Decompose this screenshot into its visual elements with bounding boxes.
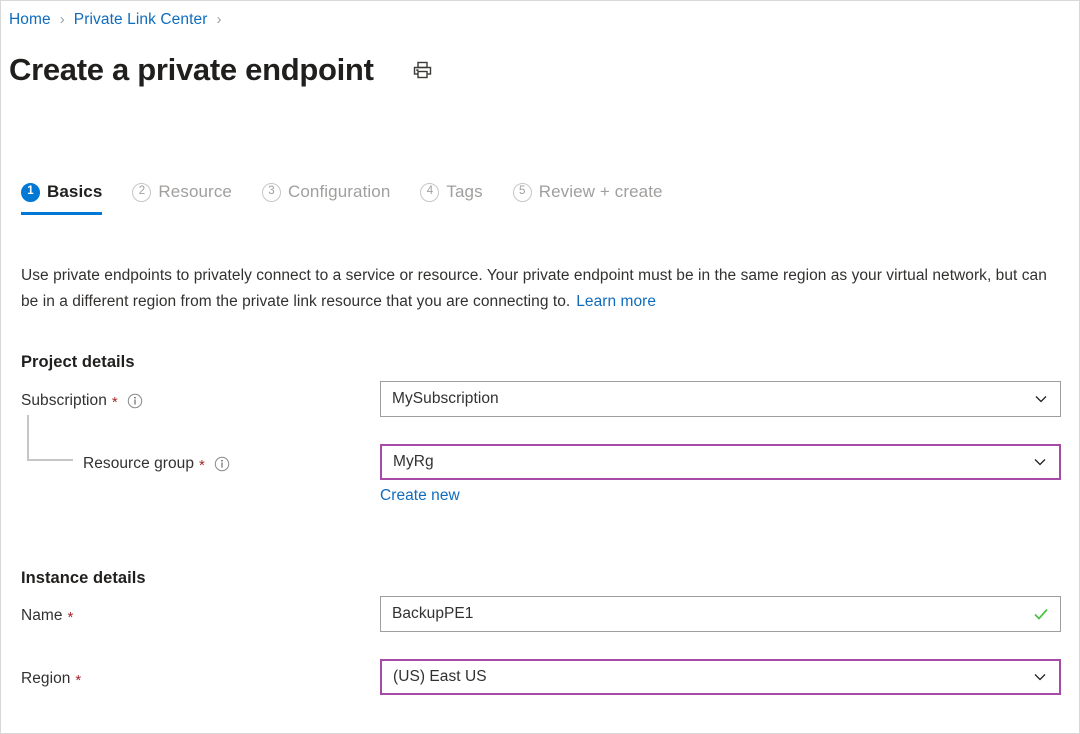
required-marker: *: [75, 671, 82, 689]
instance-details-heading: Instance details: [21, 568, 146, 587]
title-row: Create a private endpoint: [9, 47, 438, 93]
required-marker: *: [67, 608, 74, 626]
description-body: Use private endpoints to privately conne…: [21, 266, 1047, 310]
tab-label: Review + create: [538, 182, 663, 201]
subscription-value: MySubscription: [392, 390, 499, 407]
info-icon[interactable]: [214, 456, 230, 472]
chevron-down-icon: [1032, 390, 1050, 408]
project-details-heading: Project details: [21, 352, 135, 371]
resource-group-value: MyRg: [393, 453, 434, 470]
tab-label: Tags: [446, 182, 483, 201]
tab-label: Resource: [158, 182, 232, 201]
subscription-label: Subscription *: [21, 389, 143, 413]
subscription-label-text: Subscription: [21, 392, 107, 409]
breadcrumb: Home › Private Link Center ›: [9, 8, 230, 32]
printer-icon[interactable]: [408, 55, 438, 85]
tab-number-badge: 5: [512, 182, 532, 202]
required-marker: *: [199, 456, 205, 474]
tab-tags[interactable]: 4 Tags: [420, 181, 483, 211]
name-input[interactable]: BackupPE1: [380, 596, 1061, 632]
tab-number-badge: 4: [420, 182, 440, 202]
description-text: Use private endpoints to privately conne…: [21, 263, 1061, 315]
resource-group-label-text: Resource group: [83, 455, 194, 472]
region-label: Region *: [21, 667, 81, 691]
name-label: Name *: [21, 604, 73, 628]
subscription-dropdown[interactable]: MySubscription: [380, 381, 1061, 417]
field-tree-connector: [27, 415, 73, 461]
create-private-endpoint-page: Home › Private Link Center › Create a pr…: [0, 0, 1080, 734]
tab-number-badge: 1: [21, 182, 40, 202]
name-label-text: Name: [21, 607, 63, 624]
region-label-text: Region: [21, 670, 71, 687]
resource-group-label: Resource group *: [83, 452, 230, 476]
region-dropdown[interactable]: (US) East US: [380, 659, 1061, 695]
region-value: (US) East US: [393, 668, 487, 685]
tab-resource[interactable]: 2 Resource: [132, 181, 232, 211]
tab-configuration[interactable]: 3 Configuration: [261, 181, 391, 211]
resource-group-dropdown[interactable]: MyRg: [380, 444, 1061, 480]
breadcrumb-item-private-link-center[interactable]: Private Link Center: [74, 11, 208, 29]
tab-active-underline: [21, 212, 103, 215]
breadcrumb-item-home[interactable]: Home: [9, 11, 51, 29]
info-icon[interactable]: [127, 393, 143, 409]
checkmark-icon: [1032, 605, 1050, 623]
create-new-resource-group-link[interactable]: Create new: [380, 487, 460, 505]
learn-more-link[interactable]: Learn more: [576, 293, 656, 310]
chevron-down-icon: [1031, 453, 1049, 471]
breadcrumb-separator-icon: ›: [59, 10, 65, 28]
tab-number-badge: 2: [132, 182, 152, 202]
tab-label: Basics: [47, 182, 103, 201]
page-title: Create a private endpoint: [9, 51, 374, 87]
breadcrumb-separator-icon: ›: [216, 10, 222, 28]
chevron-down-icon: [1031, 668, 1049, 686]
name-value: BackupPE1: [392, 605, 474, 622]
required-marker: *: [111, 393, 118, 411]
tab-review-create[interactable]: 5 Review + create: [512, 181, 663, 211]
tab-label: Configuration: [287, 182, 391, 201]
tab-number-badge: 3: [261, 182, 281, 202]
tab-basics[interactable]: 1 Basics: [21, 181, 103, 215]
wizard-tabs: 1 Basics 2 Resource 3 Configuration 4 Ta…: [21, 181, 663, 221]
